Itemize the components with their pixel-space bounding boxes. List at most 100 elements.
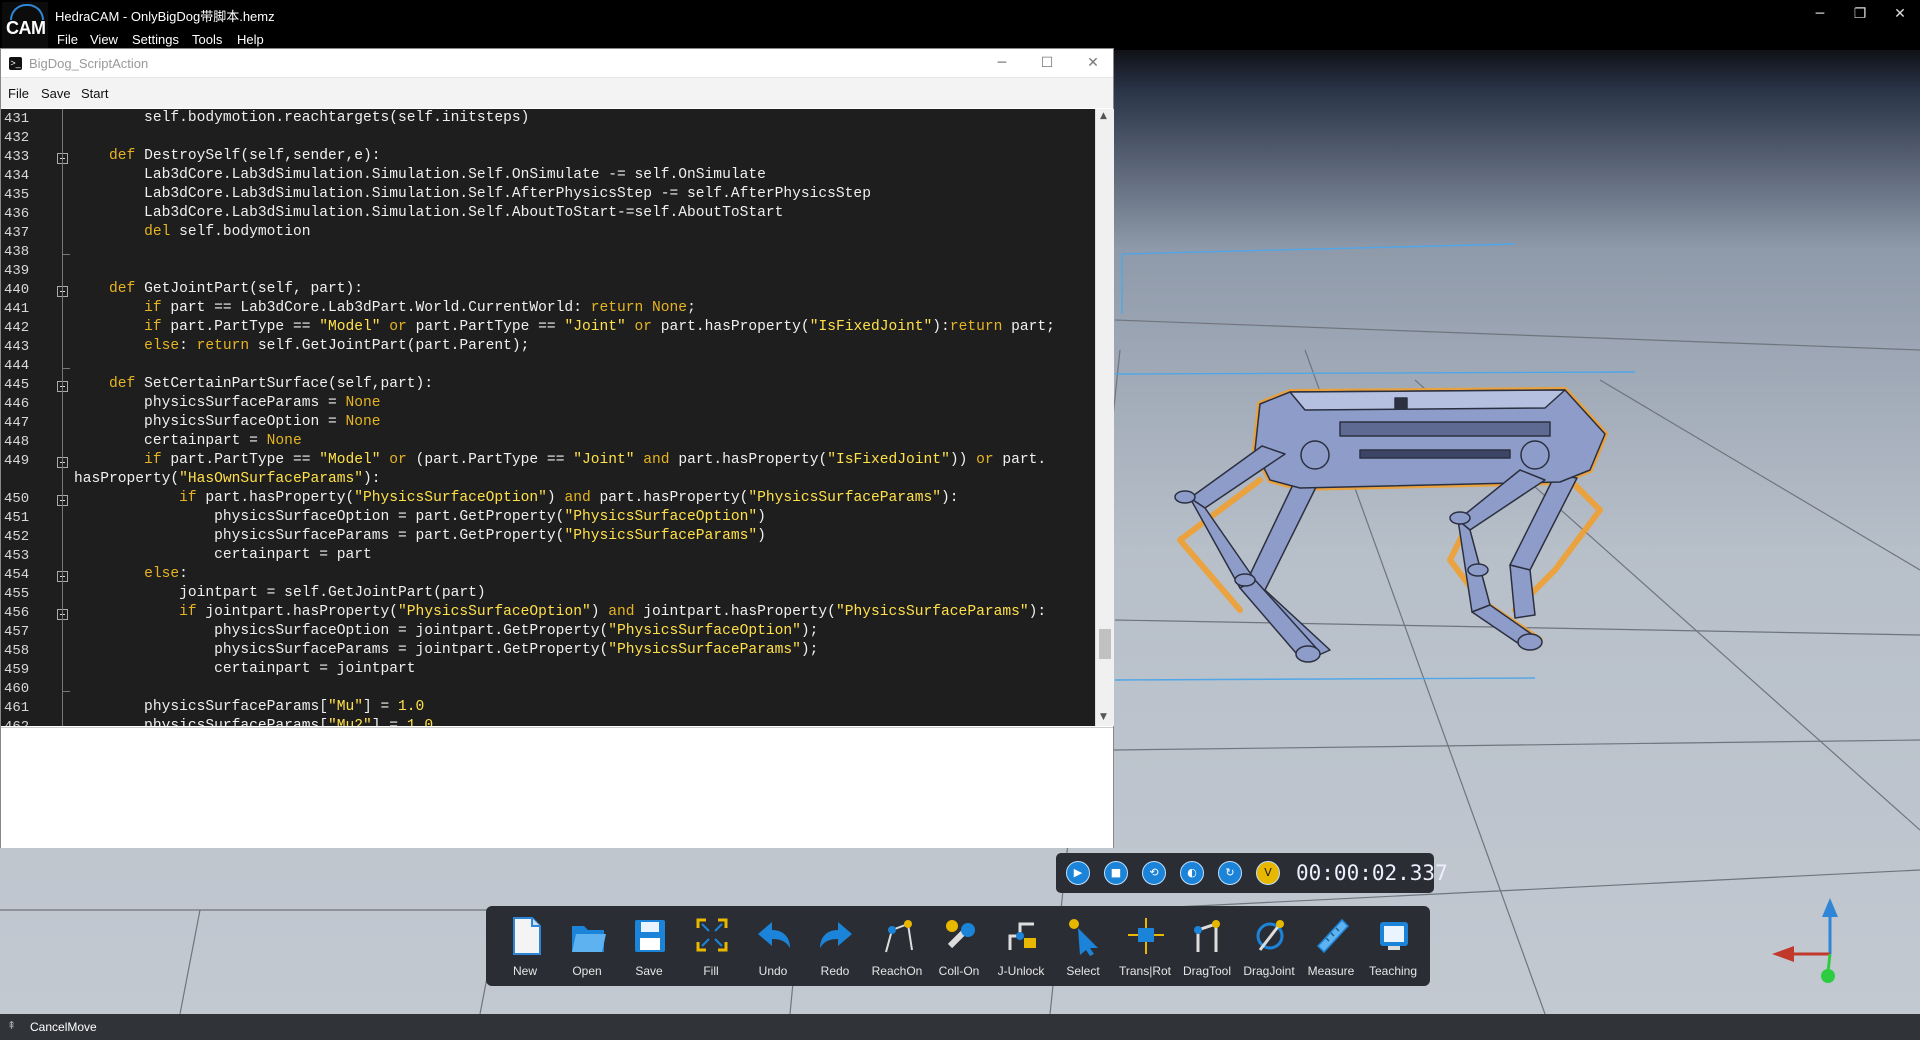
tool-new-button[interactable]: New: [494, 912, 556, 982]
code-line[interactable]: del self.bodymotion: [74, 224, 310, 240]
playback-bar: ▶ ■ ⟲ ◐ ↻ V 00:00:02.337: [1056, 853, 1448, 893]
code-line[interactable]: certainpart = None: [74, 433, 302, 449]
line-number: 437: [4, 225, 30, 241]
line-number: 436: [4, 206, 30, 222]
code-line[interactable]: if part == Lab3dCore.Lab3dPart.World.Cur…: [74, 300, 696, 316]
fold-end-marker: [62, 368, 70, 369]
line-number: 442: [4, 320, 30, 336]
code-line[interactable]: physicsSurfaceParams = part.GetProperty(…: [74, 528, 766, 544]
tool-junlock-button[interactable]: J-Unlock: [990, 912, 1052, 982]
code-line[interactable]: def SetCertainPartSurface(self,part):: [74, 376, 433, 392]
menu-settings[interactable]: Settings: [132, 32, 179, 47]
code-line[interactable]: physicsSurfaceOption = part.GetProperty(…: [74, 509, 766, 525]
code-line[interactable]: physicsSurfaceParams["Mu"] = 1.0: [74, 699, 424, 715]
code-line[interactable]: physicsSurfaceOption = jointpart.GetProp…: [74, 623, 818, 639]
code-line[interactable]: if part.PartType == "Model" or part.Part…: [74, 319, 1055, 335]
script-menu-file[interactable]: File: [8, 86, 29, 101]
menu-help[interactable]: Help: [237, 32, 264, 47]
drag-joint-icon: [1256, 920, 1284, 951]
tool-select-button[interactable]: Select: [1052, 912, 1114, 982]
reach-arm-icon: [885, 920, 913, 953]
code-line[interactable]: def GetJointPart(self, part):: [74, 281, 363, 297]
status-expand-icon[interactable]: ⇞: [7, 1019, 16, 1032]
line-number: 452: [4, 529, 30, 545]
loop-icon[interactable]: ⟲: [1142, 861, 1166, 885]
robot-dog-model[interactable]: [1174, 387, 1608, 663]
menu-view[interactable]: View: [90, 32, 118, 47]
simulation-timer: 00:00:02.337: [1296, 861, 1448, 885]
menu-tools[interactable]: Tools: [192, 32, 222, 47]
line-number: 460: [4, 681, 30, 697]
tool-save-button[interactable]: Save: [618, 912, 680, 982]
tool-transrot-button[interactable]: Trans|Rot: [1114, 912, 1176, 982]
restore-button[interactable]: ❐: [1842, 2, 1878, 26]
code-line[interactable]: Lab3dCore.Lab3dSimulation.Simulation.Sel…: [74, 167, 766, 183]
line-number: 454: [4, 567, 30, 583]
script-close-button[interactable]: ✕: [1078, 53, 1108, 73]
editor-scrollbar[interactable]: ▲ ▼: [1095, 109, 1114, 726]
code-line[interactable]: if part.PartType == "Model" or (part.Par…: [74, 452, 1046, 468]
tool-open-button[interactable]: Open: [556, 912, 618, 982]
tool-label: DragJoint: [1243, 964, 1295, 978]
status-bar: ⇞ CancelMove: [0, 1014, 1920, 1040]
speed-icon[interactable]: ◐: [1180, 861, 1204, 885]
script-window-titlebar[interactable]: >_ BigDog_ScriptAction ─ ☐ ✕: [1, 49, 1113, 78]
tool-label: Trans|Rot: [1118, 964, 1172, 978]
tool-dragtool-button[interactable]: DragTool: [1176, 912, 1238, 982]
tool-label: DragTool: [1182, 964, 1232, 978]
code-line[interactable]: Lab3dCore.Lab3dSimulation.Simulation.Sel…: [74, 205, 783, 221]
code-line[interactable]: physicsSurfaceParams = jointpart.GetProp…: [74, 642, 818, 658]
script-minimize-button[interactable]: ─: [987, 53, 1017, 73]
tool-teaching-button[interactable]: Teaching: [1362, 912, 1424, 982]
verify-icon[interactable]: V: [1256, 861, 1280, 885]
scrollbar-thumb[interactable]: [1099, 629, 1111, 659]
line-number: 458: [4, 643, 30, 659]
stop-icon[interactable]: ■: [1104, 861, 1128, 885]
tool-collon-button[interactable]: Coll-On: [928, 912, 990, 982]
tool-redo-button[interactable]: Redo: [804, 912, 866, 982]
code-line[interactable]: Lab3dCore.Lab3dSimulation.Simulation.Sel…: [74, 186, 871, 202]
line-number: 440: [4, 282, 30, 298]
code-line[interactable]: certainpart = part: [74, 547, 372, 563]
code-line[interactable]: if jointpart.hasProperty("PhysicsSurface…: [74, 604, 1046, 620]
scroll-up-icon[interactable]: ▲: [1100, 111, 1107, 121]
menu-file[interactable]: File: [57, 32, 78, 47]
tool-dragjoint-button[interactable]: DragJoint: [1238, 912, 1300, 982]
code-line[interactable]: def DestroySelf(self,sender,e):: [74, 148, 381, 164]
code-line[interactable]: else:: [74, 566, 188, 582]
script-editor-window[interactable]: >_ BigDog_ScriptAction ─ ☐ ✕ File Save S…: [0, 48, 1114, 848]
tool-undo-button[interactable]: Undo: [742, 912, 804, 982]
script-menu-start[interactable]: Start: [81, 86, 108, 101]
line-number: 450: [4, 491, 30, 507]
code-line[interactable]: certainpart = jointpart: [74, 661, 415, 677]
code-line[interactable]: physicsSurfaceParams = None: [74, 395, 380, 411]
script-maximize-button[interactable]: ☐: [1032, 53, 1062, 73]
tool-label: Open: [572, 964, 602, 978]
tool-reachon-button[interactable]: ReachOn: [866, 912, 928, 982]
output-panel[interactable]: [1, 727, 1113, 848]
code-line[interactable]: if part.hasProperty("PhysicsSurfaceOptio…: [74, 490, 958, 506]
minimize-button[interactable]: ─: [1802, 2, 1838, 26]
code-line[interactable]: physicsSurfaceParams["Mu2"] = 1.0: [74, 718, 433, 726]
open-folder-icon: [572, 926, 606, 952]
code-line[interactable]: hasProperty("HasOwnSurfaceParams"):: [74, 471, 381, 487]
tool-fill-button[interactable]: Fill: [680, 912, 742, 982]
play-icon[interactable]: ▶: [1066, 861, 1090, 885]
line-number: 441: [4, 301, 30, 317]
code-editor[interactable]: 431 432 433 434 435 436 437 438 439 440 441 442 443 4…: [1, 109, 1095, 726]
line-number: 453: [4, 548, 30, 564]
code-line[interactable]: jointpart = self.GetJointPart(part): [74, 585, 486, 601]
tool-measure-button[interactable]: Measure: [1300, 912, 1362, 982]
code-line[interactable]: else: return self.GetJointPart(part.Pare…: [74, 338, 529, 354]
record-icon[interactable]: ↻: [1218, 861, 1242, 885]
tool-label: Redo: [820, 964, 850, 978]
code-line[interactable]: physicsSurfaceOption = None: [74, 414, 380, 430]
status-message: CancelMove: [30, 1020, 97, 1034]
line-number: 435: [4, 187, 30, 203]
code-line[interactable]: self.bodymotion.reachtargets(self.initst…: [74, 110, 529, 126]
undo-arrow-icon: [758, 922, 790, 948]
close-button[interactable]: ✕: [1882, 2, 1918, 26]
scroll-down-icon[interactable]: ▼: [1100, 712, 1107, 722]
script-menu-save[interactable]: Save: [41, 86, 71, 101]
line-number: 438: [4, 244, 30, 260]
